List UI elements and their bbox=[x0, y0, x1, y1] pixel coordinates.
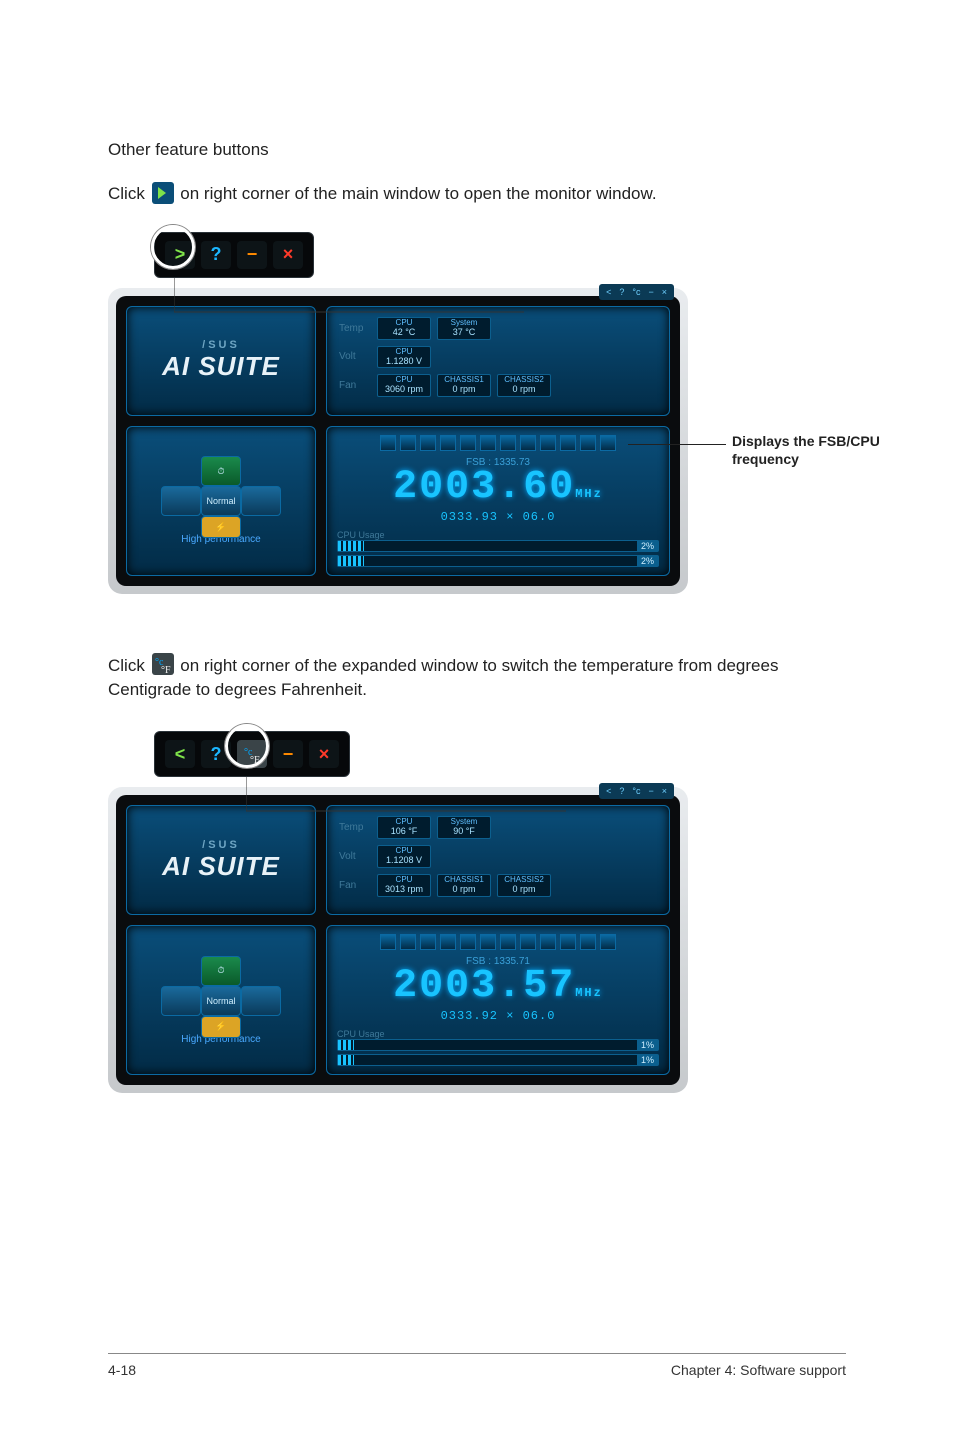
ai-suite-panel-1: < ? °c − × /SUS AI SUITE Temp CPU42 °C S… bbox=[108, 288, 688, 594]
cpu-usage-bar: 1% bbox=[337, 1039, 659, 1051]
minimize-button[interactable]: − bbox=[237, 241, 267, 269]
ai-suite-panel-2: < ? °c − × /SUS AI SUITE Temp CPU106 °F … bbox=[108, 787, 688, 1093]
floating-toolbar-2: < ? − × bbox=[154, 731, 350, 777]
fan-row-label: Fan bbox=[339, 380, 371, 391]
sensor-chip: CPU3060 rpm bbox=[377, 374, 431, 397]
close-button[interactable]: × bbox=[273, 241, 303, 269]
mode-center[interactable]: Normal bbox=[201, 486, 241, 516]
volt-row-label: Volt bbox=[339, 851, 371, 862]
mode-center[interactable]: Normal bbox=[201, 986, 241, 1016]
mode-tile: ⏱ Normal ⚡ High performance bbox=[126, 925, 316, 1075]
instruction-2-pre: Click bbox=[108, 656, 150, 675]
mode-right[interactable] bbox=[241, 986, 281, 1016]
sensor-chip: CPU3013 rpm bbox=[377, 874, 431, 897]
callout-text-1: Displays the FSB/CPU frequency bbox=[732, 432, 932, 468]
sensor-chip: CPU1.1208 V bbox=[377, 845, 431, 868]
callout-connector bbox=[174, 272, 574, 332]
instruction-1-post: on right corner of the main window to op… bbox=[180, 184, 656, 203]
help-button[interactable]: ? bbox=[201, 241, 231, 269]
figure-1: > ? − × < ? °c − × /SUS AI SUITE Temp CP… bbox=[108, 232, 846, 594]
back-button[interactable]: < bbox=[165, 740, 195, 768]
page-footer: 4-18 Chapter 4: Software support bbox=[108, 1353, 846, 1378]
mode-tile: ⏱ Normal ⚡ High performance bbox=[126, 426, 316, 576]
led-strip bbox=[337, 934, 659, 950]
brand-text: /SUS bbox=[202, 839, 240, 851]
callout-line-right bbox=[628, 444, 726, 445]
product-name: AI SUITE bbox=[162, 351, 280, 382]
temperature-toggle-icon bbox=[152, 653, 174, 675]
cpu-frequency: 2003.60MHz bbox=[337, 468, 659, 508]
floating-toolbar-1: > ? − × bbox=[154, 232, 314, 278]
fan-row-label: Fan bbox=[339, 880, 371, 891]
multiplier-text: 0333.92 × 06.0 bbox=[337, 1009, 659, 1023]
panel-back-icon[interactable]: < bbox=[603, 286, 614, 298]
mode-right[interactable] bbox=[241, 486, 281, 516]
frequency-tile: FSB : 1335.73 2003.60MHz 0333.93 × 06.0 … bbox=[326, 426, 670, 576]
mode-top[interactable]: ⏱ bbox=[201, 456, 241, 486]
callout-circle bbox=[151, 225, 195, 269]
panel-close-icon[interactable]: × bbox=[659, 286, 670, 298]
cpu-usage-bar: 1% bbox=[337, 1054, 659, 1066]
panel-window-controls[interactable]: < ? °c − × bbox=[599, 284, 674, 300]
instruction-1: Click on right corner of the main window… bbox=[108, 182, 846, 206]
sensor-chip: CHASSIS20 rpm bbox=[497, 874, 551, 897]
section-heading: Other feature buttons bbox=[108, 140, 846, 160]
panel-close-icon[interactable]: × bbox=[659, 785, 670, 797]
brand-text: /SUS bbox=[202, 339, 240, 351]
panel-unit-icon[interactable]: °c bbox=[629, 286, 643, 298]
product-name: AI SUITE bbox=[162, 851, 280, 882]
panel-min-icon[interactable]: − bbox=[645, 785, 656, 797]
mode-bottom[interactable]: ⚡ bbox=[201, 516, 241, 538]
mode-bottom[interactable]: ⚡ bbox=[201, 1016, 241, 1038]
instruction-2: Click on right corner of the expanded wi… bbox=[108, 654, 846, 702]
sensor-chip: CHASSIS10 rpm bbox=[437, 874, 491, 897]
cpu-frequency: 2003.57MHz bbox=[337, 967, 659, 1007]
sensor-chip: CHASSIS20 rpm bbox=[497, 374, 551, 397]
led-strip bbox=[337, 435, 659, 451]
cpu-usage-label: CPU Usage bbox=[337, 1029, 659, 1039]
page-number: 4-18 bbox=[108, 1362, 136, 1378]
frequency-tile: FSB : 1335.71 2003.57MHz 0333.92 × 06.0 … bbox=[326, 925, 670, 1075]
multiplier-text: 0333.93 × 06.0 bbox=[337, 510, 659, 524]
cpu-usage-bar: 2% bbox=[337, 555, 659, 567]
close-button[interactable]: × bbox=[309, 740, 339, 768]
figure-2: < ? − × < ? °c − × /SUS AI SUITE Temp bbox=[108, 731, 846, 1093]
mode-left[interactable] bbox=[161, 986, 201, 1016]
sensor-chip: CHASSIS10 rpm bbox=[437, 374, 491, 397]
panel-min-icon[interactable]: − bbox=[645, 286, 656, 298]
chapter-title: Chapter 4: Software support bbox=[671, 1362, 846, 1378]
sensor-chip: CPU1.1280 V bbox=[377, 346, 431, 369]
cpu-usage-bar: 2% bbox=[337, 540, 659, 552]
mode-left[interactable] bbox=[161, 486, 201, 516]
callout-connector bbox=[246, 771, 646, 831]
volt-row-label: Volt bbox=[339, 351, 371, 362]
minimize-button[interactable]: − bbox=[273, 740, 303, 768]
mode-top[interactable]: ⏱ bbox=[201, 956, 241, 986]
instruction-2-post: on right corner of the expanded window t… bbox=[108, 656, 778, 699]
cpu-usage-label: CPU Usage bbox=[337, 530, 659, 540]
expand-icon bbox=[152, 182, 174, 204]
instruction-1-pre: Click bbox=[108, 184, 150, 203]
panel-help-icon[interactable]: ? bbox=[616, 286, 627, 298]
